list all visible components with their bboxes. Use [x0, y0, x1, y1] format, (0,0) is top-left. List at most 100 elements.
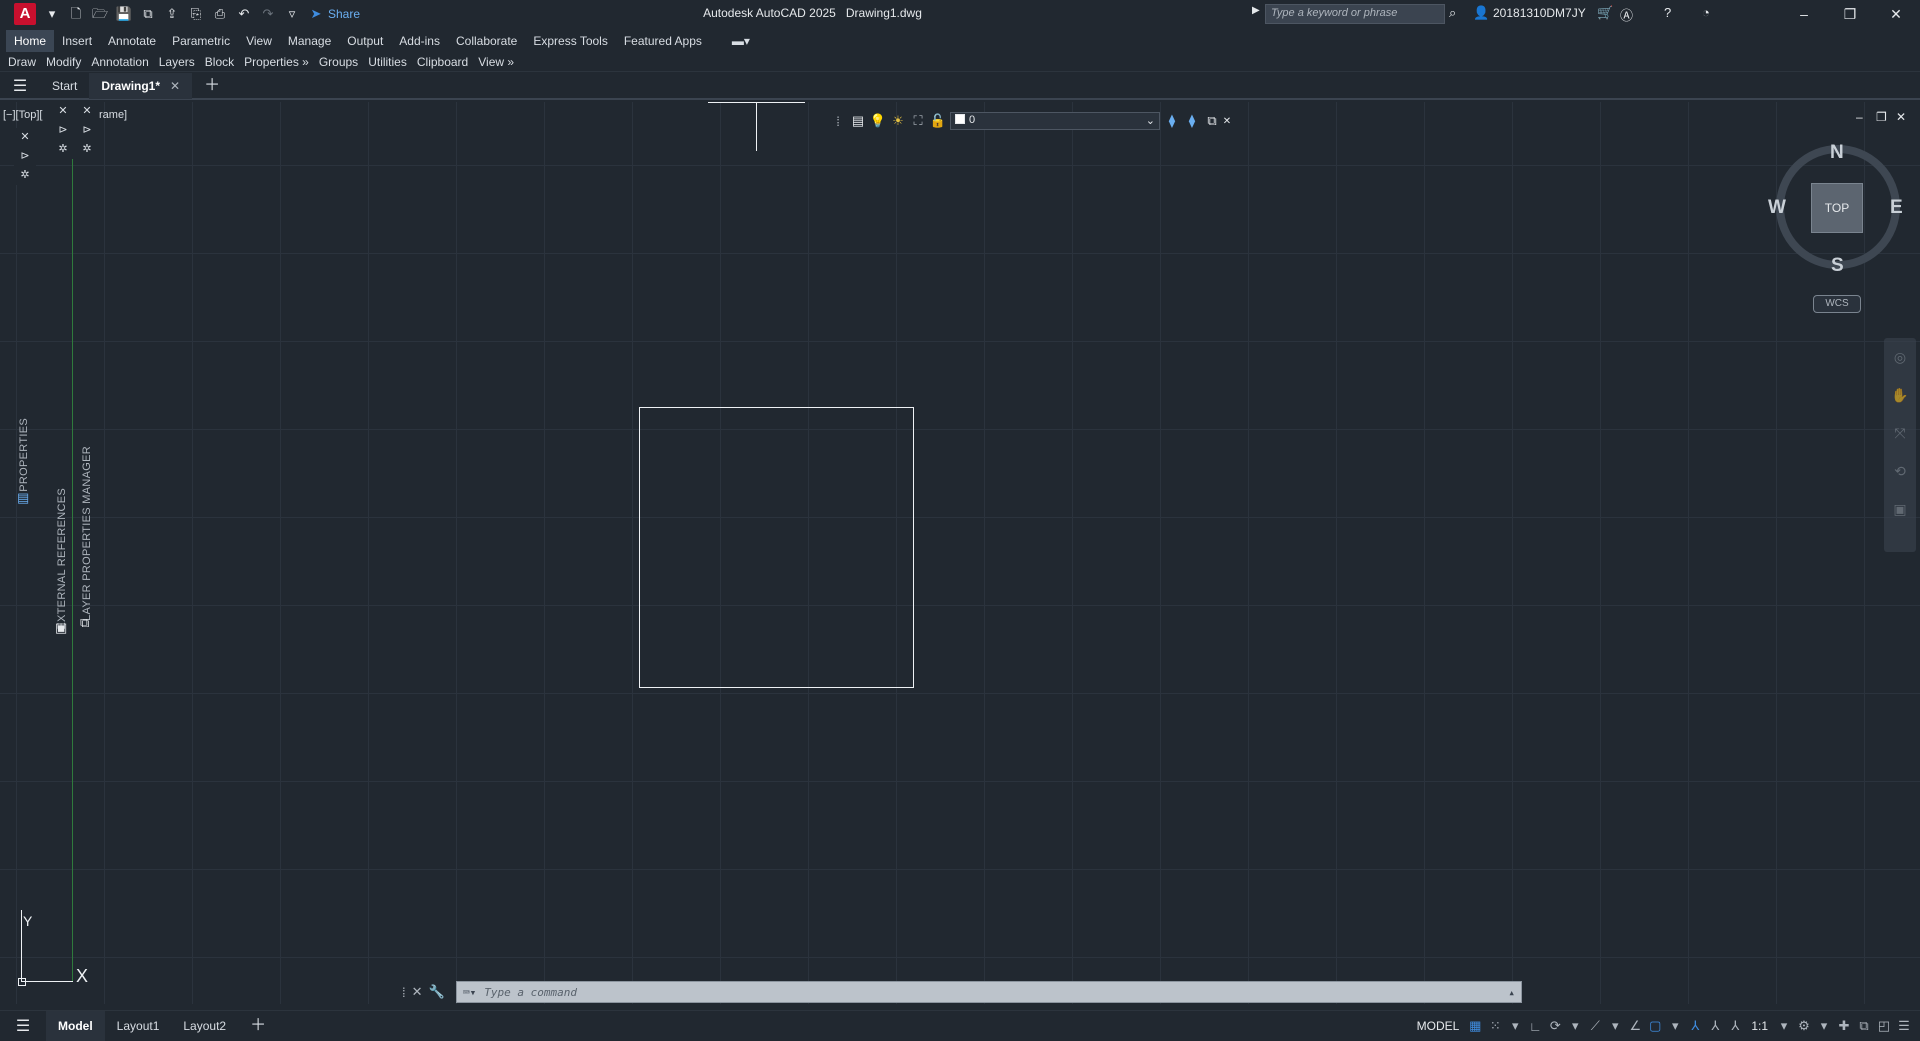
annotation-monitor-icon[interactable]: ✚	[1834, 1018, 1854, 1034]
object-snap-icon[interactable]: ▢	[1645, 1018, 1665, 1034]
customization-menu-icon[interactable]: ☰	[1894, 1018, 1914, 1034]
ribbon-minimize-button[interactable]: ▬▾	[724, 30, 758, 52]
tab-view[interactable]: View	[238, 30, 280, 52]
close-icon[interactable]: ✕	[412, 984, 423, 1000]
tab-start[interactable]: Start	[40, 73, 89, 99]
tab-model[interactable]: Model	[46, 1010, 105, 1041]
search-input[interactable]: Type a keyword or phrase	[1265, 4, 1445, 24]
orbit-icon[interactable]: ⟲	[1884, 452, 1916, 490]
settings-icon[interactable]: ✲	[52, 140, 74, 159]
viewcube[interactable]: TOP N S E W	[1768, 142, 1903, 276]
file-tabs-menu-icon[interactable]: ☰	[0, 76, 40, 96]
units-icon[interactable]: ⧉	[1854, 1018, 1874, 1034]
object-snap-tracking-icon[interactable]: ∠	[1625, 1018, 1645, 1034]
layer-manager-icon[interactable]: ⧉	[80, 615, 89, 631]
user-icon[interactable]: 👤	[1473, 5, 1489, 21]
expand-arrow-icon[interactable]: ▶	[1252, 5, 1260, 16]
tab-collaborate[interactable]: Collaborate	[448, 30, 525, 52]
grip-icon[interactable]: ⁞	[402, 985, 406, 1000]
compass-west[interactable]: W	[1768, 197, 1786, 219]
make-current-layer-icon[interactable]: ⧫	[1162, 113, 1182, 129]
settings-icon[interactable]: ✲	[14, 166, 36, 185]
chevron-down-icon[interactable]: ▾	[1565, 1018, 1585, 1034]
tab-featured-apps[interactable]: Featured Apps	[616, 30, 710, 52]
tab-home[interactable]: Home	[6, 30, 55, 52]
compass-north[interactable]: N	[1830, 142, 1844, 164]
panel-layers[interactable]: Layers	[154, 55, 200, 69]
workspace-gear-icon[interactable]: ⚙	[1794, 1018, 1814, 1034]
customize-wrench-icon[interactable]: 🔧	[429, 984, 445, 1000]
pan-icon[interactable]: ✋	[1884, 376, 1916, 414]
tab-parametric[interactable]: Parametric	[164, 30, 238, 52]
isolate-objects-icon[interactable]: ◰	[1874, 1018, 1894, 1034]
drawing-canvas[interactable]	[0, 102, 1920, 1004]
recent-commands-icon[interactable]: ⌨▾	[463, 986, 476, 999]
steering-wheel-icon[interactable]: ◎	[1884, 338, 1916, 376]
chevron-down-icon[interactable]: ▾	[1774, 1018, 1794, 1034]
wcs-menu[interactable]: WCS	[1813, 295, 1861, 313]
close-icon[interactable]: ✕	[52, 102, 74, 121]
minimize-button[interactable]: –	[1784, 3, 1824, 25]
panel-block[interactable]: Block	[200, 55, 239, 69]
autodesk-a360-icon[interactable]: Ⓐ	[1620, 5, 1633, 24]
layer-state-icon[interactable]: ⧉	[1202, 113, 1222, 129]
isodraft-icon[interactable]: ⟋	[1585, 1018, 1605, 1034]
close-icon[interactable]: ✕	[14, 128, 36, 147]
layout-tabs-menu-icon[interactable]: ☰	[0, 1016, 46, 1036]
chevron-down-icon[interactable]: ▾	[1605, 1018, 1625, 1034]
model-space-button[interactable]: MODEL	[1411, 1019, 1466, 1033]
properties-palette-label[interactable]: PROPERTIES	[18, 418, 30, 492]
layer-properties-icon[interactable]: ▤	[848, 113, 868, 129]
xref-palette-label[interactable]: EXTERNAL REFERENCES	[56, 488, 68, 630]
zoom-extents-icon[interactable]: ⤧	[1884, 414, 1916, 452]
new-tab-button[interactable]: ＋	[192, 73, 232, 99]
restore-button[interactable]: ❐	[1830, 3, 1870, 25]
settings-icon[interactable]: ✲	[76, 140, 98, 159]
annotation-scale-value[interactable]: 1:1	[1745, 1019, 1774, 1033]
close-icon[interactable]: ✕	[1222, 116, 1232, 127]
panel-draw[interactable]: Draw	[3, 55, 41, 69]
layer-dropdown[interactable]: 0 ⌄	[950, 112, 1160, 130]
polar-tracking-icon[interactable]: ⟳	[1545, 1018, 1565, 1034]
tab-add-ins[interactable]: Add-ins	[391, 30, 448, 52]
viewport-restore-icon[interactable]: ❐	[1876, 110, 1887, 124]
drawn-rectangle[interactable]	[639, 407, 914, 688]
panel-utilities[interactable]: Utilities	[363, 55, 412, 69]
search-icon[interactable]: ⌕	[1449, 5, 1456, 21]
help-icon[interactable]: ?	[1664, 5, 1671, 20]
chevron-down-icon[interactable]: ▾	[1505, 1018, 1525, 1034]
panel-modify[interactable]: Modify	[41, 55, 86, 69]
ortho-icon[interactable]: ∟	[1525, 1019, 1545, 1034]
chevron-down-icon[interactable]: ▾	[1665, 1018, 1685, 1034]
viewport-minimize-icon[interactable]: –	[1856, 110, 1863, 124]
user-name[interactable]: 20181310DM7JY	[1493, 6, 1586, 20]
annotation-visibility-icon[interactable]: ⅄	[1685, 1018, 1705, 1034]
showmotion-icon[interactable]: ▣	[1884, 490, 1916, 528]
autohide-icon[interactable]: ⊳	[14, 147, 36, 166]
grid-icon[interactable]: ▦	[1465, 1018, 1485, 1034]
command-input[interactable]: ⌨▾ Type a command ▴	[456, 981, 1522, 1003]
compass-south[interactable]: S	[1831, 255, 1844, 277]
tab-express-tools[interactable]: Express Tools	[525, 30, 615, 52]
grip-icon[interactable]: ⁞	[828, 114, 848, 129]
panel-groups[interactable]: Groups	[314, 55, 363, 69]
autohide-icon[interactable]: ⊳	[76, 121, 98, 140]
compass-east[interactable]: E	[1890, 197, 1903, 219]
panel-properties[interactable]: Properties »	[239, 55, 314, 69]
tab-annotate[interactable]: Annotate	[100, 30, 164, 52]
auto-scale-icon[interactable]: ⅄	[1705, 1018, 1725, 1034]
viewcube-top-face[interactable]: TOP	[1811, 183, 1863, 233]
autohide-icon[interactable]: ⊳	[52, 121, 74, 140]
xref-icon[interactable]: ▣	[55, 620, 67, 636]
close-button[interactable]: ✕	[1876, 3, 1916, 25]
panel-view[interactable]: View »	[473, 55, 519, 69]
layer-unlock-icon[interactable]: 🔓	[928, 113, 948, 129]
cart-icon[interactable]: 🛒	[1597, 5, 1613, 21]
add-layout-button[interactable]: ＋	[238, 1011, 278, 1041]
close-tab-icon[interactable]: ✕	[170, 79, 180, 93]
chevron-down-icon[interactable]: ▾	[1814, 1018, 1834, 1034]
panel-annotation[interactable]: Annotation	[86, 55, 153, 69]
close-icon[interactable]: ✕	[76, 102, 98, 121]
feedback-icon[interactable]: ◔	[1702, 5, 1710, 20]
panel-clipboard[interactable]: Clipboard	[412, 55, 473, 69]
